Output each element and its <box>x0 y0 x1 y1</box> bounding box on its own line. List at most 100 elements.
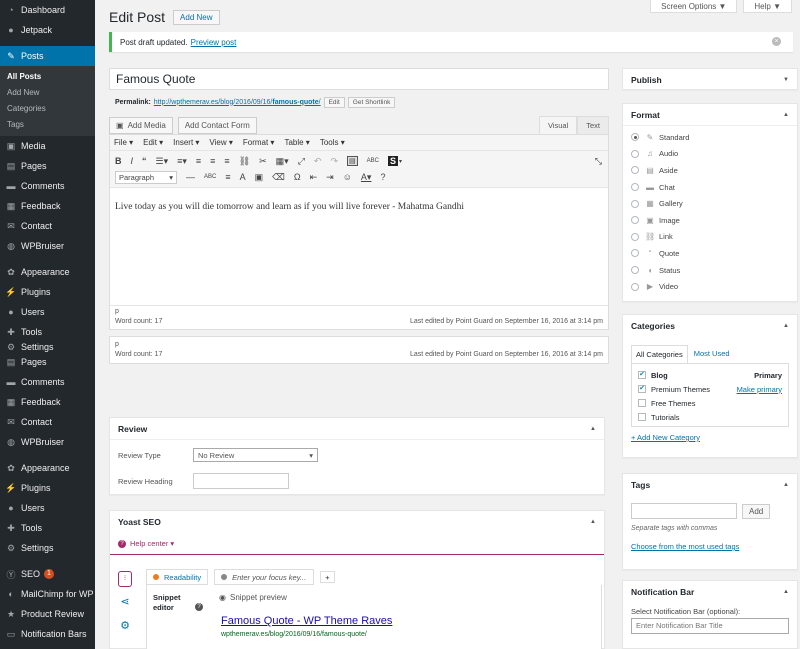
add-new-category-link[interactable]: + Add New Category <box>631 433 789 442</box>
format-option-aside[interactable]: ▤ Aside <box>623 162 797 179</box>
share-icon[interactable]: ⋖ <box>118 595 132 611</box>
category-blog[interactable]: ✔ Blog Primary <box>638 368 782 382</box>
checkbox[interactable] <box>638 399 646 407</box>
category-free-themes[interactable]: Free Themes <box>638 396 782 410</box>
edit-permalink-button[interactable]: Edit <box>323 96 345 108</box>
sidebar-item-appearance-2[interactable]: ✿ Appearance <box>0 458 95 478</box>
sidebar-item-tools[interactable]: ✚ Tools <box>0 322 95 342</box>
sidebar-sub-all-posts[interactable]: All Posts <box>0 68 95 84</box>
strikethrough-icon[interactable]: ABC <box>204 174 216 180</box>
align-center-icon[interactable]: ≡ <box>210 156 215 166</box>
tab-most-used[interactable]: Most Used <box>687 345 734 363</box>
sidebar-item-media[interactable]: ▣ Media <box>0 136 95 156</box>
sidebar-item-settings[interactable]: ⚙ Settings <box>0 538 95 558</box>
special-char-icon[interactable]: Ω <box>294 172 301 182</box>
snippet-help-icon[interactable]: ? <box>195 603 203 611</box>
sidebar-item-plugins-2[interactable]: ⚡ Plugins <box>0 478 95 498</box>
bold-icon[interactable]: B <box>115 156 122 166</box>
sidebar-item-contact-2[interactable]: ✉ Contact <box>0 412 95 432</box>
notification-bar-input[interactable]: Enter Notification Bar Title <box>631 618 789 634</box>
permalink-link[interactable]: http://wpthemerav.es/blog/2016/09/16/fam… <box>154 99 321 106</box>
format-option-status[interactable]: ◖ Status <box>623 262 797 279</box>
clear-format-icon[interactable]: ⌫ <box>272 172 285 183</box>
emoticons-icon[interactable]: ☺ <box>343 172 352 182</box>
link-icon[interactable]: ⛓ <box>239 156 250 167</box>
make-primary-link[interactable]: Make primary <box>737 385 782 394</box>
sidebar-item-pages-2[interactable]: ▤ Pages <box>0 352 95 372</box>
collapse-arrow-icon[interactable]: ▲ <box>783 482 789 488</box>
category-premium-themes[interactable]: ✔ Premium Themes Make primary <box>638 382 782 396</box>
format-option-quote[interactable]: “Quote <box>623 245 797 262</box>
collapse-arrow-icon[interactable]: ▲ <box>783 589 789 595</box>
indent-icon[interactable]: ⇥ <box>326 172 334 183</box>
sidebar-item-mailchimp[interactable]: ◐ MailChimp for WP <box>0 584 95 604</box>
menu-view[interactable]: View ▾ <box>209 138 232 147</box>
align-left-icon[interactable]: ≡ <box>196 156 201 166</box>
format-option-standard[interactable]: ✎ Standard <box>623 129 797 146</box>
fullscreen-icon[interactable]: ⤢ <box>298 156 305 167</box>
sidebar-item-users-2[interactable]: ● Users <box>0 498 95 518</box>
text-color-icon[interactable]: A <box>240 172 246 182</box>
sidebar-item-product-review[interactable]: ★ Product Review <box>0 604 95 624</box>
format-option-image[interactable]: ▣ Image <box>623 212 797 229</box>
sidebar-item-dashboard[interactable]: ◔ Dashboard <box>0 0 95 20</box>
horizontal-rule-icon[interactable]: — <box>186 172 195 182</box>
sidebar-item-wpbruiser-2[interactable]: ◍ WPBruiser <box>0 432 95 452</box>
spellcheck-icon[interactable]: ABC <box>367 158 379 164</box>
traffic-light-icon[interactable]: ⁝ <box>118 571 132 587</box>
bullet-list-icon[interactable]: ☰▾ <box>156 156 169 167</box>
menu-file[interactable]: File ▾ <box>114 138 133 147</box>
outdent-icon[interactable]: ⇤ <box>310 172 318 183</box>
sidebar-item-comments[interactable]: ▬ Comments <box>0 176 95 196</box>
sidebar-item-feedback[interactable]: ▦ Feedback <box>0 196 95 216</box>
tab-all-categories[interactable]: All Categories <box>631 345 688 363</box>
get-shortlink-button[interactable]: Get Shortlink <box>347 96 396 108</box>
align-right-icon[interactable]: ≡ <box>224 156 229 166</box>
add-media-button[interactable]: ▣ Add Media <box>109 116 173 134</box>
screen-options-button[interactable]: Screen Options ▼ <box>650 0 738 13</box>
review-type-select[interactable]: No Review ▾ <box>193 448 318 462</box>
italic-icon[interactable]: I <box>131 156 134 166</box>
paste-text-icon[interactable]: ▣ <box>255 172 264 183</box>
redo-icon[interactable]: ↷ <box>330 156 338 167</box>
gear-icon[interactable]: ⚙ <box>118 619 132 635</box>
sidebar-item-pages[interactable]: ▤ Pages <box>0 156 95 176</box>
tab-readability[interactable]: Readability <box>146 569 209 585</box>
sidebar-item-comments-2[interactable]: ▬ Comments <box>0 372 95 392</box>
expand-arrow-icon[interactable]: ▼ <box>783 77 789 83</box>
editor-content[interactable]: Live today as you will die tomorrow and … <box>110 187 608 305</box>
dismiss-icon[interactable]: × <box>772 37 781 46</box>
sidebar-item-notification-bars[interactable]: ▭ Notification Bars <box>0 624 95 644</box>
tag-input[interactable] <box>631 503 737 519</box>
sidebar-item-posts[interactable]: ✎ Posts <box>0 46 95 66</box>
format-option-gallery[interactable]: ▦ Gallery <box>623 195 797 212</box>
menu-table[interactable]: Table ▾ <box>284 138 309 147</box>
sidebar-sub-add-new[interactable]: Add New <box>0 84 95 100</box>
blockquote-icon[interactable]: “ <box>142 156 147 166</box>
collapse-arrow-icon[interactable]: ▲ <box>590 426 596 432</box>
sidebar-item-tools-2[interactable]: ✚ Tools <box>0 518 95 538</box>
help-icon[interactable]: ? <box>380 172 385 182</box>
help-center-button[interactable]: ? Help center ▾ <box>110 533 604 555</box>
sumome-icon[interactable]: S <box>387 156 398 166</box>
add-new-button[interactable]: Add New <box>173 9 220 25</box>
paragraph-select[interactable]: Paragraph ▾ <box>115 170 177 184</box>
format-option-video[interactable]: ▶ Video <box>623 278 797 295</box>
collapse-arrow-icon[interactable]: ▲ <box>783 112 789 118</box>
font-color-icon[interactable]: A▾ <box>361 172 372 183</box>
justify-icon[interactable]: ≡ <box>225 172 230 182</box>
sidebar-sub-categories[interactable]: Categories <box>0 100 95 116</box>
choose-tags-link[interactable]: Choose from the most used tags <box>631 542 789 551</box>
format-option-link[interactable]: ⛓ Link <box>623 229 797 246</box>
expand-icon[interactable]: ⤡ <box>595 156 602 167</box>
menu-format[interactable]: Format ▾ <box>243 138 275 147</box>
menu-insert[interactable]: Insert ▾ <box>173 138 199 147</box>
format-option-chat[interactable]: ▬ Chat <box>623 179 797 196</box>
add-contact-form-button[interactable]: Add Contact Form <box>177 116 257 134</box>
sidebar-item-contact[interactable]: ✉ Contact <box>0 216 95 236</box>
category-tutorials[interactable]: Tutorials <box>638 410 782 424</box>
help-button[interactable]: Help ▼ <box>743 0 792 13</box>
sidebar-item-appearance[interactable]: ✿ Appearance <box>0 262 95 282</box>
tab-focus-keyword[interactable]: Enter your focus key... <box>214 569 315 585</box>
add-keyword-tab[interactable]: + <box>320 571 335 583</box>
